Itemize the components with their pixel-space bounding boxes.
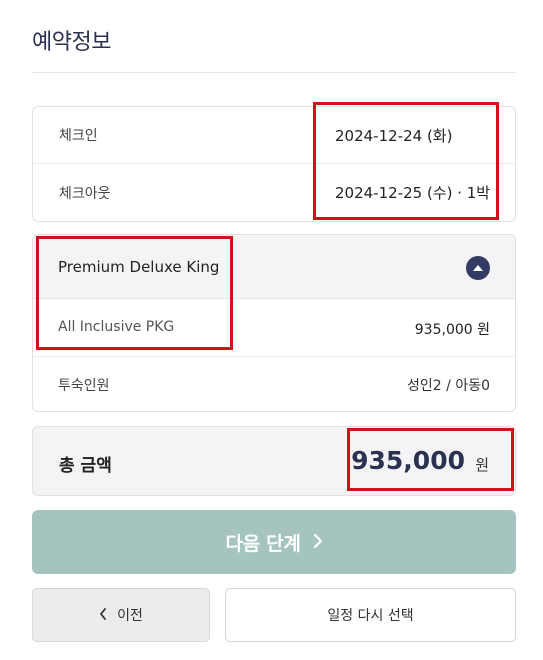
checkout-row: 체크아웃 2024-12-25 (수) · 1박 [33,164,515,221]
collapse-button[interactable] [466,256,490,280]
total-unit: 원 [475,456,489,474]
package-price: 935,000 원 [414,322,490,338]
chevron-up-icon [473,264,483,271]
total-card: 총 금액 935,000 원 [32,426,516,496]
room-card: Premium Deluxe King All Inclusive PKG 93… [32,234,516,412]
checkin-label: 체크인 [59,128,98,144]
package-name: All Inclusive PKG [58,319,175,335]
next-step-button[interactable]: 다음 단계 [32,510,516,574]
chevron-right-icon [313,532,323,552]
room-header[interactable]: Premium Deluxe King [33,235,515,299]
guests-row: 투숙인원 성인2 / 아동0 [33,357,515,411]
stay-dates-card: 체크인 2024-12-24 (화) 체크아웃 2024-12-25 (수) ·… [32,106,516,222]
section-title: 예약정보 [32,30,111,55]
previous-button[interactable]: 이전 [32,588,210,642]
checkin-row: 체크인 2024-12-24 (화) [33,107,515,164]
total-amount: 935,000 [351,446,465,475]
reselect-dates-label: 일정 다시 선택 [327,608,414,624]
checkin-value: 2024-12-24 (화) [335,126,453,145]
checkout-value: 2024-12-25 (수) · 1박 [335,184,491,202]
next-step-label: 다음 단계 [225,532,301,555]
chevron-left-icon [99,607,107,623]
guests-value: 성인2 / 아동0 [407,378,490,394]
package-row: All Inclusive PKG 935,000 원 [33,299,515,357]
guests-label: 투숙인원 [58,378,110,394]
checkout-label: 체크아웃 [59,185,111,202]
previous-label: 이전 [117,608,143,624]
title-divider [32,72,516,73]
room-name: Premium Deluxe King [58,258,220,276]
reselect-dates-button[interactable]: 일정 다시 선택 [225,588,516,642]
total-label: 총 금액 [59,456,112,476]
